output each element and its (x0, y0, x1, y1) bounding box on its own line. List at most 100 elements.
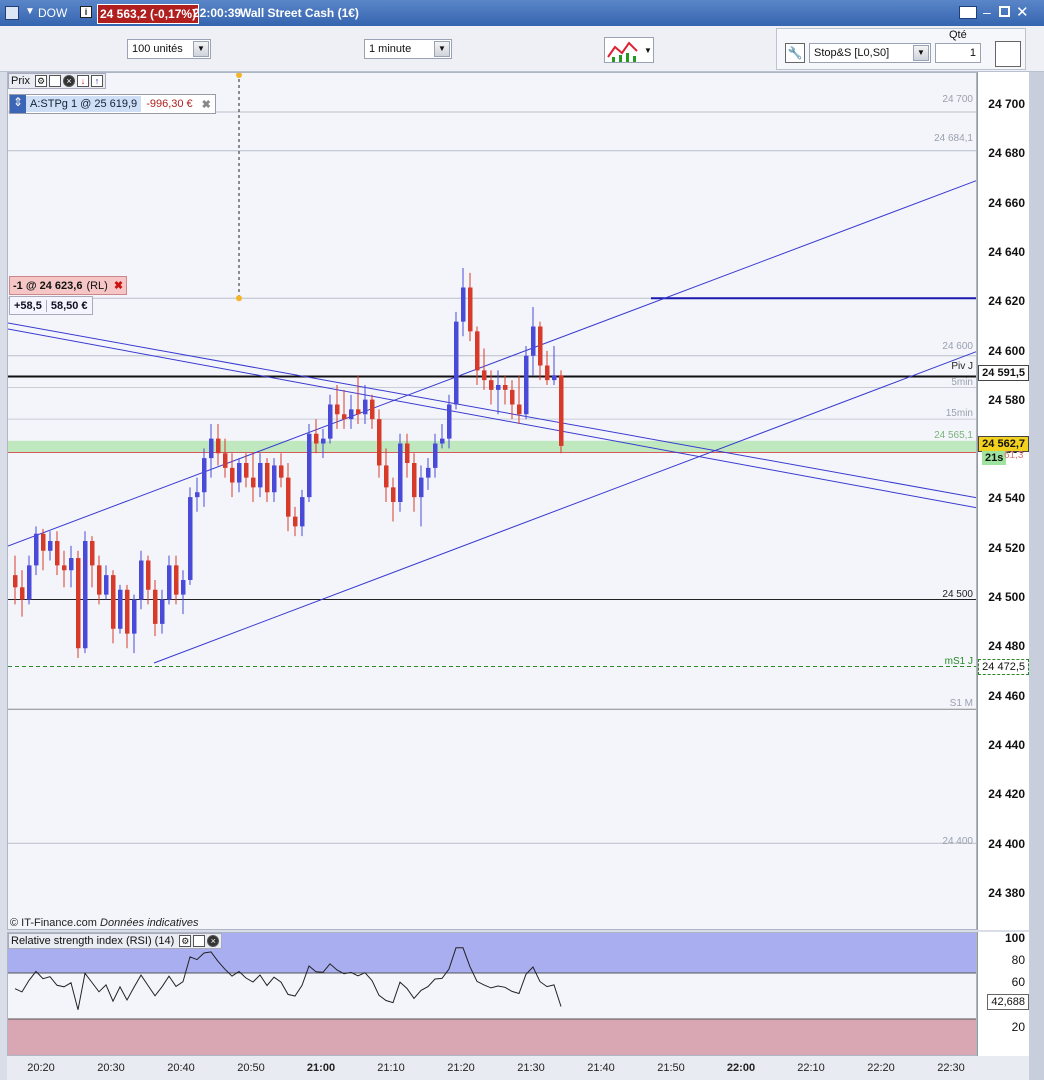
position-pnl: -996,30 € (146, 98, 193, 110)
window-icon[interactable] (193, 935, 206, 948)
y-tick-label: 24 540 (988, 491, 1025, 506)
order-suffix: (RL) (86, 279, 108, 292)
candle-body (552, 375, 557, 381)
qty-input[interactable]: 1 (935, 43, 981, 63)
candle-body (328, 404, 333, 439)
candle-body (391, 487, 396, 502)
chart-style-button[interactable]: ▼ (604, 37, 654, 63)
order-panel: 🔧 Stop&S [L0,S0] ▼ Qté 1 (776, 28, 1026, 70)
candle-body (468, 287, 473, 332)
candle-body (216, 438, 221, 454)
time-axis[interactable]: 20:20 20:30 20:40 20:50 21:00 21:10 21:20 21:30… (7, 1056, 1029, 1080)
cancel-order-icon[interactable]: ✖ (114, 279, 123, 292)
wrench-icon[interactable]: ⚙ (35, 75, 48, 88)
level-24684: 24 684,1 (934, 133, 973, 144)
candle-body (76, 558, 81, 649)
maximize-icon[interactable] (999, 6, 1010, 17)
price-axis[interactable]: 24 700 24 680 24 660 24 640 24 620 24 600 24 5… (977, 72, 1029, 930)
y-tick-label: 24 480 (988, 639, 1025, 654)
candle-body (237, 463, 242, 483)
window-icon[interactable] (49, 75, 62, 88)
x-tick-label: 21:50 (657, 1062, 685, 1074)
candle-body (349, 409, 354, 420)
x-tick-label: 22:10 (797, 1062, 825, 1074)
position-bar[interactable]: ⇕ A:STPg 1 @ 25 619,9 -996,30 € ✖ (9, 94, 216, 114)
candle-body (496, 385, 501, 390)
close-icon[interactable]: × (63, 75, 76, 88)
order-label: -1 @ 24 623,6 (13, 279, 83, 292)
buy-icon[interactable]: ↑ (91, 75, 104, 88)
candle-body (426, 467, 431, 478)
grid-icon[interactable] (5, 6, 19, 20)
ms1-label: mS1 J (944, 656, 973, 667)
candle-body (293, 516, 298, 527)
price-label: Prix (11, 75, 30, 87)
info-icon[interactable]: i (80, 6, 92, 18)
drawing-handle (236, 295, 242, 302)
candle-body (48, 541, 53, 551)
position-arrows-icon[interactable]: ⇕ (10, 95, 26, 113)
qty-label: Qté (949, 29, 967, 41)
x-tick-label: 21:30 (517, 1062, 545, 1074)
ms1-value-tag: 24 472,5 (978, 659, 1029, 675)
chevron-down-icon[interactable]: ▼ (25, 6, 35, 17)
wrench-icon[interactable]: ⚙ (179, 935, 192, 948)
candle-body (230, 467, 235, 483)
drawing-handle (236, 73, 242, 78)
candle-timer: 21s (982, 451, 1007, 465)
rsi-label-80: 80 (1011, 953, 1025, 967)
candle-body (559, 375, 564, 446)
candle-body (398, 443, 403, 502)
price-header: Prix ⚙ × ↓ ↑ (8, 73, 107, 89)
candle-body (83, 541, 88, 649)
quantity-select[interactable]: 100 unités ▼ (127, 39, 211, 59)
minimize-icon[interactable]: – (983, 4, 991, 20)
rsi-header: Relative strength index (RSI) (14) ⚙ × (8, 933, 223, 949)
timeframe-select[interactable]: 1 minute ▼ (364, 39, 452, 59)
sell-icon[interactable]: ↓ (77, 75, 90, 88)
candle-body (447, 404, 452, 439)
candle-body (300, 497, 305, 527)
close-icon[interactable]: × (207, 935, 220, 948)
candle-body (307, 433, 312, 498)
candle-body (69, 558, 74, 571)
chart-canvas (8, 73, 976, 844)
close-position-icon[interactable]: ✖ (198, 98, 215, 111)
candle-body (454, 321, 459, 405)
order-book-icon[interactable] (995, 41, 1021, 67)
order-type-select[interactable]: Stop&S [L0,S0] ▼ (809, 43, 931, 63)
candle-body (503, 385, 508, 390)
candle-body (258, 463, 263, 488)
price-badge: 24 563,2 (-0,17%) (97, 4, 200, 24)
close-icon[interactable]: ✕ (1016, 3, 1029, 21)
data-note: Données indicatives (100, 917, 199, 929)
candle-body (97, 565, 102, 595)
x-tick-label: 20:50 (237, 1062, 265, 1074)
channel-upper (8, 180, 976, 547)
x-tick-label: 21:10 (377, 1062, 405, 1074)
toolbar: 100 unités ▼ 1 minute ▼ ▼ 🔧 Stop&S [L0,S0]… (0, 26, 1044, 72)
copyright-text: © IT-Finance.com (10, 917, 97, 929)
candle-body (167, 565, 172, 600)
level-24500: 24 500 (942, 589, 973, 600)
order-type-value: Stop&S [L0,S0] (814, 47, 890, 59)
order-tag[interactable]: -1 @ 24 623,6 (RL) ✖ (9, 276, 128, 295)
wrench-icon[interactable]: 🔧 (785, 43, 805, 63)
candle-body (223, 453, 228, 468)
y-tick-label: 24 680 (988, 146, 1025, 161)
candle-body (461, 287, 466, 322)
candle-body (160, 599, 165, 624)
candle-body (34, 533, 39, 566)
candle-body (20, 587, 25, 600)
candle-body (209, 438, 214, 459)
rsi-canvas (8, 933, 976, 1055)
candle-body (265, 463, 270, 493)
price-chart[interactable]: Prix ⚙ × ↓ ↑ ⇕ A:STPg 1 @ 25 619,9 -996,30 … (7, 72, 977, 930)
level-15min: 15min (945, 408, 973, 419)
candle-body (41, 533, 46, 551)
rsi-panel[interactable]: Relative strength index (RSI) (14) ⚙ × (7, 932, 977, 1056)
keyboard-icon[interactable] (959, 6, 977, 19)
candle-body (531, 326, 536, 356)
y-tick-label: 24 400 (988, 836, 1025, 851)
candle-body (146, 560, 151, 590)
